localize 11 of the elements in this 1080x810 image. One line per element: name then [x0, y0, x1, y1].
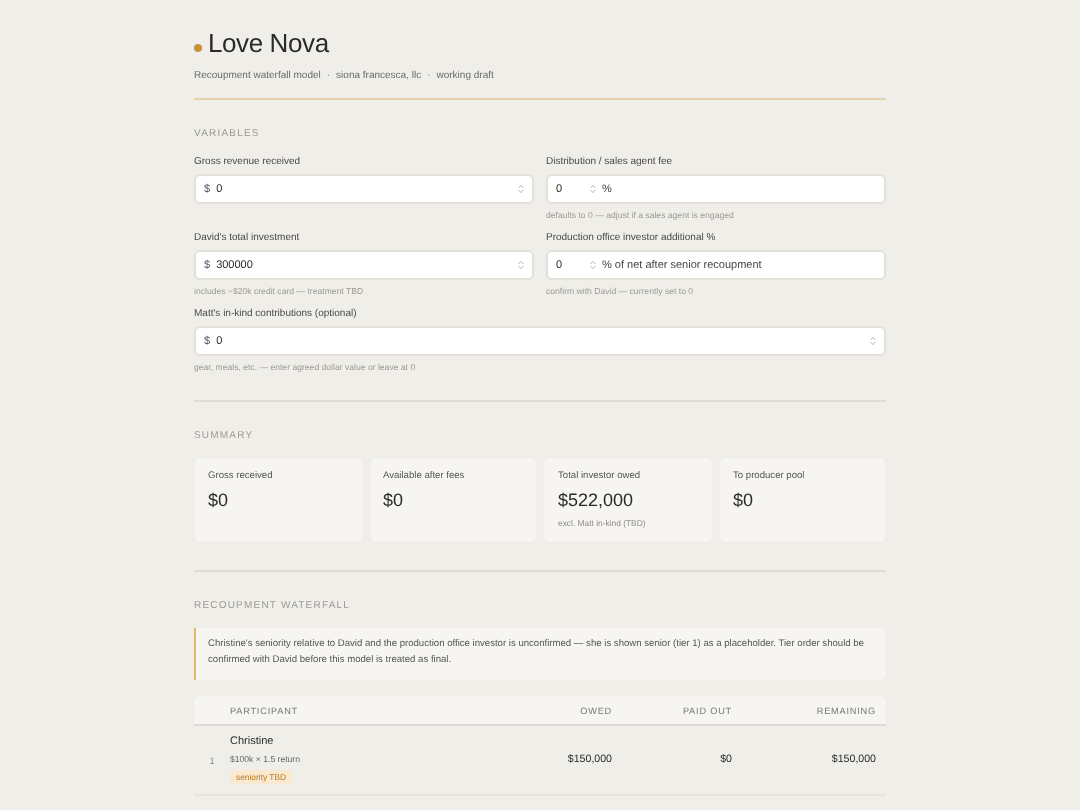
- status-dot: [194, 43, 202, 51]
- stepper-icon[interactable]: [590, 184, 596, 194]
- card-value: $0: [208, 490, 231, 510]
- card-value: $522,000: [558, 490, 636, 510]
- stepper-icon[interactable]: [870, 336, 876, 346]
- stepper-icon[interactable]: [518, 260, 524, 270]
- card-value: $0: [383, 490, 406, 510]
- stepper-icon[interactable]: [518, 184, 524, 194]
- stepper-icon[interactable]: [590, 260, 596, 270]
- page-title: Love Nova: [208, 28, 329, 58]
- card-value: $0: [733, 490, 756, 510]
